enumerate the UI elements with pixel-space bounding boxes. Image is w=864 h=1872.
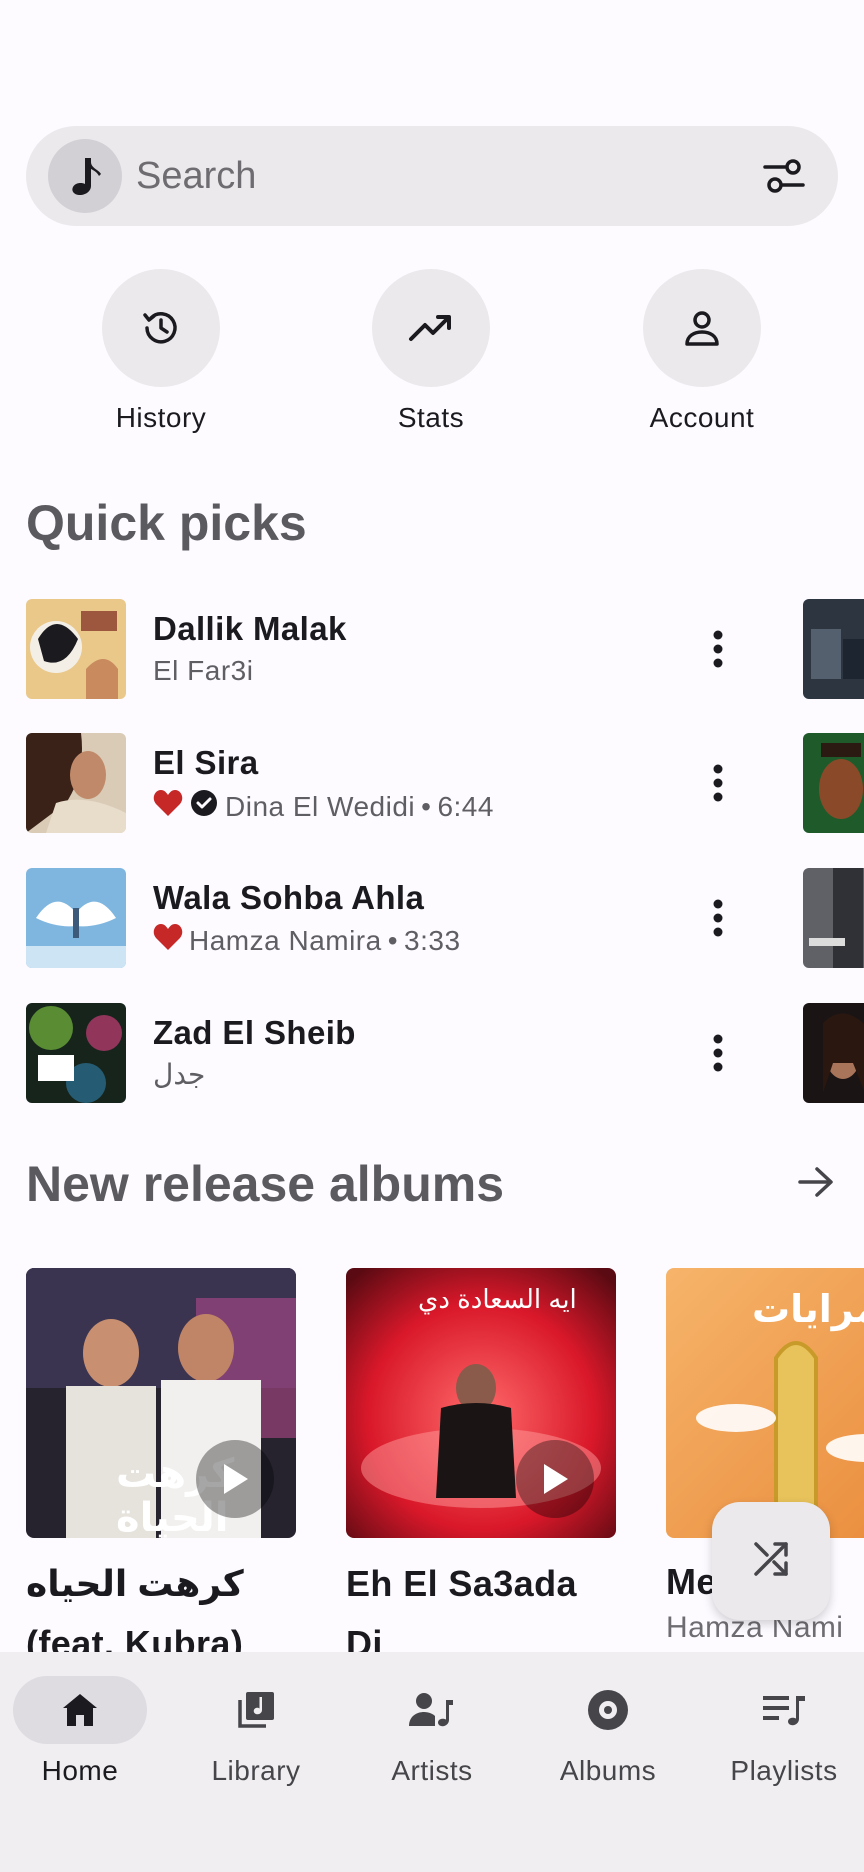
song-title: Zad El Sheib: [153, 1014, 356, 1051]
favorite-icon: [153, 923, 183, 959]
song-thumbnail: [26, 733, 126, 833]
search-bar[interactable]: Search: [26, 126, 838, 226]
stats-label: Stats: [397, 402, 465, 433]
nav-item-artists[interactable]: Artists: [352, 1676, 512, 1788]
quick-pick-row[interactable]: Wala Sohba Ahla Hamza Namira • 3:33: [26, 868, 864, 968]
shuffle-icon: [751, 1539, 791, 1584]
nav-item-albums[interactable]: Albums: [528, 1676, 688, 1788]
song-artist: El Far3i: [153, 655, 254, 686]
song-artist: Hamza Namira: [189, 925, 382, 956]
playlist-icon[interactable]: [717, 1676, 851, 1744]
shuffle-button[interactable]: [712, 1502, 830, 1620]
song-title: Dallik Malak: [153, 610, 347, 647]
song-title: El Sira: [153, 744, 259, 781]
peek-thumbnail[interactable]: [803, 599, 864, 699]
song-duration: 6:44: [437, 791, 494, 822]
stats-shortcut[interactable]: Stats: [351, 269, 511, 435]
more-vert-icon[interactable]: [698, 621, 738, 677]
song-thumbnail: [26, 1003, 126, 1103]
more-vert-icon[interactable]: [698, 755, 738, 811]
nav-label-home: Home: [41, 1755, 119, 1786]
album-icon[interactable]: [541, 1676, 675, 1744]
separator: •: [387, 925, 399, 956]
music-note-icon[interactable]: [48, 139, 122, 213]
nav-label-playlists: Playlists: [730, 1755, 838, 1786]
song-subtitle: El Far3i: [153, 654, 253, 688]
peek-thumbnail[interactable]: [803, 868, 864, 968]
song-title: Wala Sohba Ahla: [153, 879, 425, 916]
nav-label-albums: Albums: [559, 1755, 657, 1786]
library-music-icon[interactable]: [189, 1676, 323, 1744]
account-label: Account: [649, 402, 755, 433]
album-cover[interactable]: ايه السعادة دي: [346, 1268, 616, 1538]
arrow-forward-icon[interactable]: [792, 1162, 840, 1202]
song-duration: 3:33: [404, 925, 461, 956]
artist-icon[interactable]: [365, 1676, 499, 1744]
album-title-line1: Eh El Sa3ada: [346, 1563, 577, 1604]
person-icon[interactable]: [643, 269, 761, 387]
account-shortcut[interactable]: Account: [622, 269, 782, 435]
separator: •: [421, 791, 432, 822]
favorite-icon: [153, 789, 183, 825]
peek-thumbnail[interactable]: [803, 1003, 864, 1103]
song-thumbnail: [26, 868, 126, 968]
new-releases-title: New release albums: [26, 1156, 505, 1212]
song-artist: جدل: [153, 1059, 206, 1090]
quick-pick-row[interactable]: El Sira Dina El Wedidi • 6:44: [26, 733, 864, 833]
tune-icon[interactable]: [756, 150, 812, 202]
album-card[interactable]: كرهت الحياة كرهت الحياه (feat. Kubra): [26, 1268, 296, 1674]
nav-label-artists: Artists: [391, 1755, 473, 1786]
nav-item-home[interactable]: Home: [0, 1676, 160, 1788]
album-cover-text: مرايات: [752, 1289, 864, 1331]
album-cover[interactable]: كرهت الحياة: [26, 1268, 296, 1538]
history-label: History: [115, 402, 207, 433]
more-vert-icon[interactable]: [698, 890, 738, 946]
history-icon[interactable]: [102, 269, 220, 387]
bottom-navigation: Home Library Artists Albums Playlists: [0, 1652, 864, 1872]
history-shortcut[interactable]: History: [81, 269, 241, 435]
more-vert-icon[interactable]: [698, 1025, 738, 1081]
search-input[interactable]: Search: [136, 154, 256, 198]
album-cover[interactable]: مرايات: [666, 1268, 864, 1538]
album-card[interactable]: ايه السعادة دي Eh El Sa3ada Di: [346, 1268, 616, 1674]
trending-up-icon[interactable]: [372, 269, 490, 387]
nav-label-library: Library: [211, 1755, 301, 1786]
home-icon[interactable]: [13, 1676, 147, 1744]
verified-icon: [189, 788, 219, 826]
play-icon[interactable]: [196, 1440, 274, 1518]
play-icon[interactable]: [516, 1440, 594, 1518]
song-subtitle: Hamza Namira • 3:33: [153, 923, 461, 959]
song-subtitle: جدل: [153, 1058, 205, 1092]
nav-item-playlists[interactable]: Playlists: [704, 1676, 864, 1788]
nav-item-library[interactable]: Library: [176, 1676, 336, 1788]
quick-picks-title: Quick picks: [26, 495, 307, 551]
song-artist: Dina El Wedidi: [225, 791, 416, 822]
peek-thumbnail[interactable]: [803, 733, 864, 833]
quick-pick-row[interactable]: Zad El Sheib جدل: [26, 1003, 864, 1103]
album-title-line1: كرهت الحياه: [26, 1563, 244, 1604]
song-thumbnail: [26, 599, 126, 699]
song-subtitle: Dina El Wedidi • 6:44: [153, 788, 494, 826]
quick-pick-row[interactable]: Dallik Malak El Far3i: [26, 599, 864, 699]
album-cover-text: ايه السعادة دي: [418, 1284, 577, 1314]
